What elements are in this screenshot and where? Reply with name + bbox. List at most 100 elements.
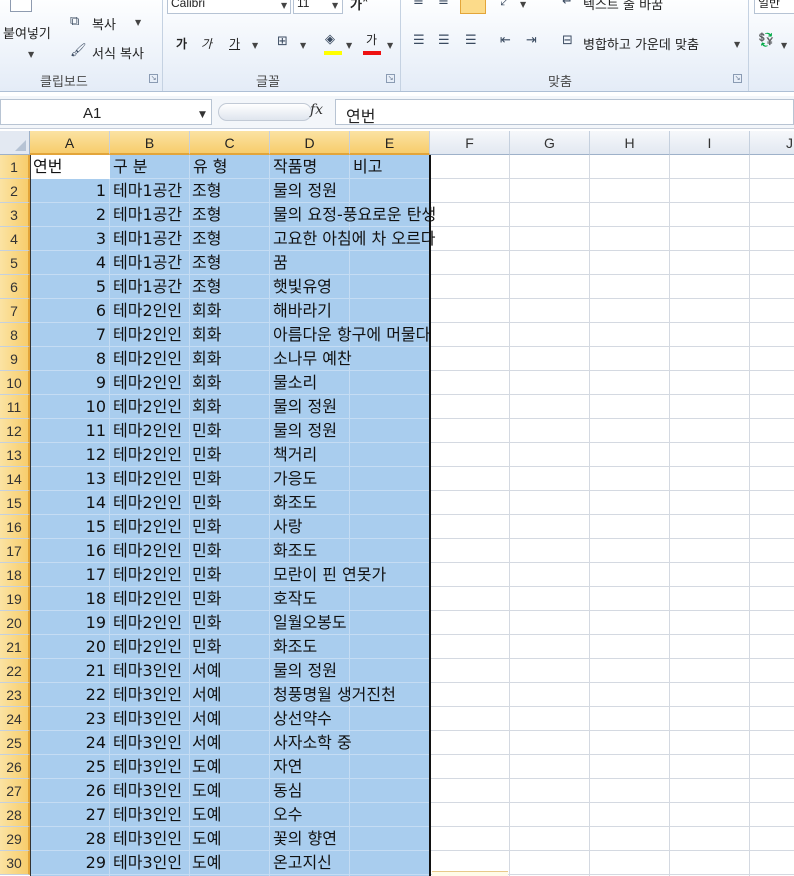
format-painter-button[interactable]: 서식 복사 [92, 43, 144, 62]
cell-title[interactable]: 꽃의 향연 [273, 827, 337, 851]
orientation-dropdown-icon[interactable]: ▼ [520, 0, 526, 9]
row-header[interactable]: 3 [0, 203, 30, 227]
name-box-dropdown-icon[interactable]: ▼ [199, 110, 206, 120]
cell-number[interactable]: 24 [30, 731, 106, 755]
align-center-icon[interactable]: ☰ [438, 33, 450, 48]
copy-button[interactable]: 복사 [92, 14, 116, 33]
cell-number[interactable]: 6 [30, 299, 106, 323]
cell-number[interactable]: 28 [30, 827, 106, 851]
cell-type[interactable]: 민화 [192, 539, 270, 563]
font-launcher-icon[interactable]: ↘ [386, 74, 395, 83]
cell-title[interactable]: 물소리 [273, 371, 317, 395]
cell-category[interactable]: 테마2인인 [113, 323, 190, 347]
cell-category[interactable]: 테마2인인 [113, 443, 190, 467]
cell-category[interactable]: 테마3인인 [113, 755, 190, 779]
row-header[interactable]: 12 [0, 419, 30, 443]
cell-type[interactable]: 도예 [192, 779, 270, 803]
merge-dropdown-icon[interactable]: ▼ [734, 40, 740, 49]
copy-dropdown-icon[interactable]: ▼ [135, 18, 141, 27]
cell-category[interactable]: 테마2인인 [113, 611, 190, 635]
cell-title[interactable]: 모란이 핀 연못가 [273, 563, 386, 587]
currency-dropdown-icon[interactable]: ▼ [781, 41, 787, 50]
row-header[interactable]: 30 [0, 851, 30, 875]
cell-number[interactable]: 9 [30, 371, 106, 395]
formula-input[interactable]: 연번 [335, 99, 794, 126]
formula-expand-handle[interactable] [218, 103, 312, 121]
font-name-select[interactable]: Calibri [167, 0, 291, 14]
row-header[interactable]: 19 [0, 587, 30, 611]
row-header[interactable]: 17 [0, 539, 30, 563]
column-header-b[interactable]: B [110, 131, 190, 155]
row-header[interactable]: 20 [0, 611, 30, 635]
header-cell-b[interactable]: 구 분 [113, 155, 188, 179]
worksheet-grid[interactable]: ABCDEFGHIJ 1 2 3 4 5 6 7 8 9 10 11 12 13 14 15 16 17 18 19… [0, 131, 794, 876]
header-cell-d[interactable]: 작품명 [273, 155, 348, 179]
align-left-icon[interactable]: ☰ [413, 33, 425, 48]
cell-title[interactable]: 오수 [273, 803, 302, 827]
row-header[interactable]: 10 [0, 371, 30, 395]
row-header[interactable]: 23 [0, 683, 30, 707]
row-header[interactable]: 1 [0, 155, 30, 179]
cell-title[interactable]: 사자소학 중 [273, 731, 352, 755]
grow-font-icon[interactable]: 가˄ [350, 0, 368, 13]
row-header[interactable]: 2 [0, 179, 30, 203]
cell-type[interactable]: 회화 [192, 299, 270, 323]
row-header[interactable]: 7 [0, 299, 30, 323]
cell-number[interactable]: 20 [30, 635, 106, 659]
cell-type[interactable]: 민화 [192, 467, 270, 491]
cell-category[interactable]: 테마3인인 [113, 803, 190, 827]
row-header[interactable]: 22 [0, 659, 30, 683]
cell-category[interactable]: 테마2인인 [113, 467, 190, 491]
underline-button[interactable]: 가 [229, 35, 240, 52]
cell-title[interactable]: 해바라기 [273, 299, 332, 323]
cell-type[interactable]: 회화 [192, 371, 270, 395]
alignment-launcher-icon[interactable]: ↘ [733, 74, 742, 83]
cell-category[interactable]: 테마2인인 [113, 515, 190, 539]
cell-category[interactable]: 테마3인인 [113, 827, 190, 851]
cell-title[interactable]: 상선약수 [273, 707, 332, 731]
cell-type[interactable]: 민화 [192, 491, 270, 515]
cell-title[interactable]: 화조도 [273, 635, 317, 659]
cell-number[interactable]: 4 [30, 251, 106, 275]
cell-title[interactable]: 일월오봉도 [273, 611, 347, 635]
row-header[interactable]: 16 [0, 515, 30, 539]
cell-category[interactable]: 테마2인인 [113, 419, 190, 443]
cell-type[interactable]: 도예 [192, 827, 270, 851]
cell-category[interactable]: 테마3인인 [113, 731, 190, 755]
font-size-dropdown-icon[interactable]: ▼ [332, 1, 338, 10]
wrap-text-button[interactable]: 텍스트 줄 바꿈 [583, 0, 663, 13]
select-all-button[interactable] [0, 131, 30, 155]
cell-type[interactable]: 민화 [192, 635, 270, 659]
cell-title[interactable]: 책거리 [273, 443, 317, 467]
cell-title[interactable]: 물의 정원 [273, 179, 337, 203]
row-header[interactable]: 4 [0, 227, 30, 251]
cell-number[interactable]: 12 [30, 443, 106, 467]
currency-format-icon[interactable]: 💱 [758, 33, 774, 48]
merge-center-button[interactable]: 병합하고 가운데 맞춤 [583, 34, 699, 53]
cell-number[interactable]: 2 [30, 203, 106, 227]
cell-title[interactable]: 동심 [273, 779, 302, 803]
cell-type[interactable]: 민화 [192, 443, 270, 467]
cell-category[interactable]: 테마3인인 [113, 779, 190, 803]
cell-type[interactable]: 민화 [192, 515, 270, 539]
row-header[interactable]: 13 [0, 443, 30, 467]
cell-number[interactable]: 25 [30, 755, 106, 779]
cell-number[interactable]: 14 [30, 491, 106, 515]
row-header[interactable]: 9 [0, 347, 30, 371]
cell-category[interactable]: 테마2인인 [113, 347, 190, 371]
cell-number[interactable]: 18 [30, 587, 106, 611]
cell-category[interactable]: 테마2인인 [113, 491, 190, 515]
number-format-select[interactable]: 일반 [754, 0, 794, 14]
cell-number[interactable]: 21 [30, 659, 106, 683]
cell-type[interactable]: 민화 [192, 611, 270, 635]
decrease-indent-icon[interactable]: ⇤ [500, 33, 511, 48]
cell-category[interactable]: 테마2인인 [113, 539, 190, 563]
font-color-dropdown-icon[interactable]: ▼ [387, 41, 393, 50]
cell-type[interactable]: 도예 [192, 803, 270, 827]
cell-type[interactable]: 회화 [192, 347, 270, 371]
cell-category[interactable]: 테마1공간 [113, 203, 190, 227]
paste-button[interactable]: 붙여넣기 [3, 23, 51, 42]
cell-type[interactable]: 조형 [192, 275, 270, 299]
cell-category[interactable]: 테마3인인 [113, 659, 190, 683]
row-header[interactable]: 29 [0, 827, 30, 851]
